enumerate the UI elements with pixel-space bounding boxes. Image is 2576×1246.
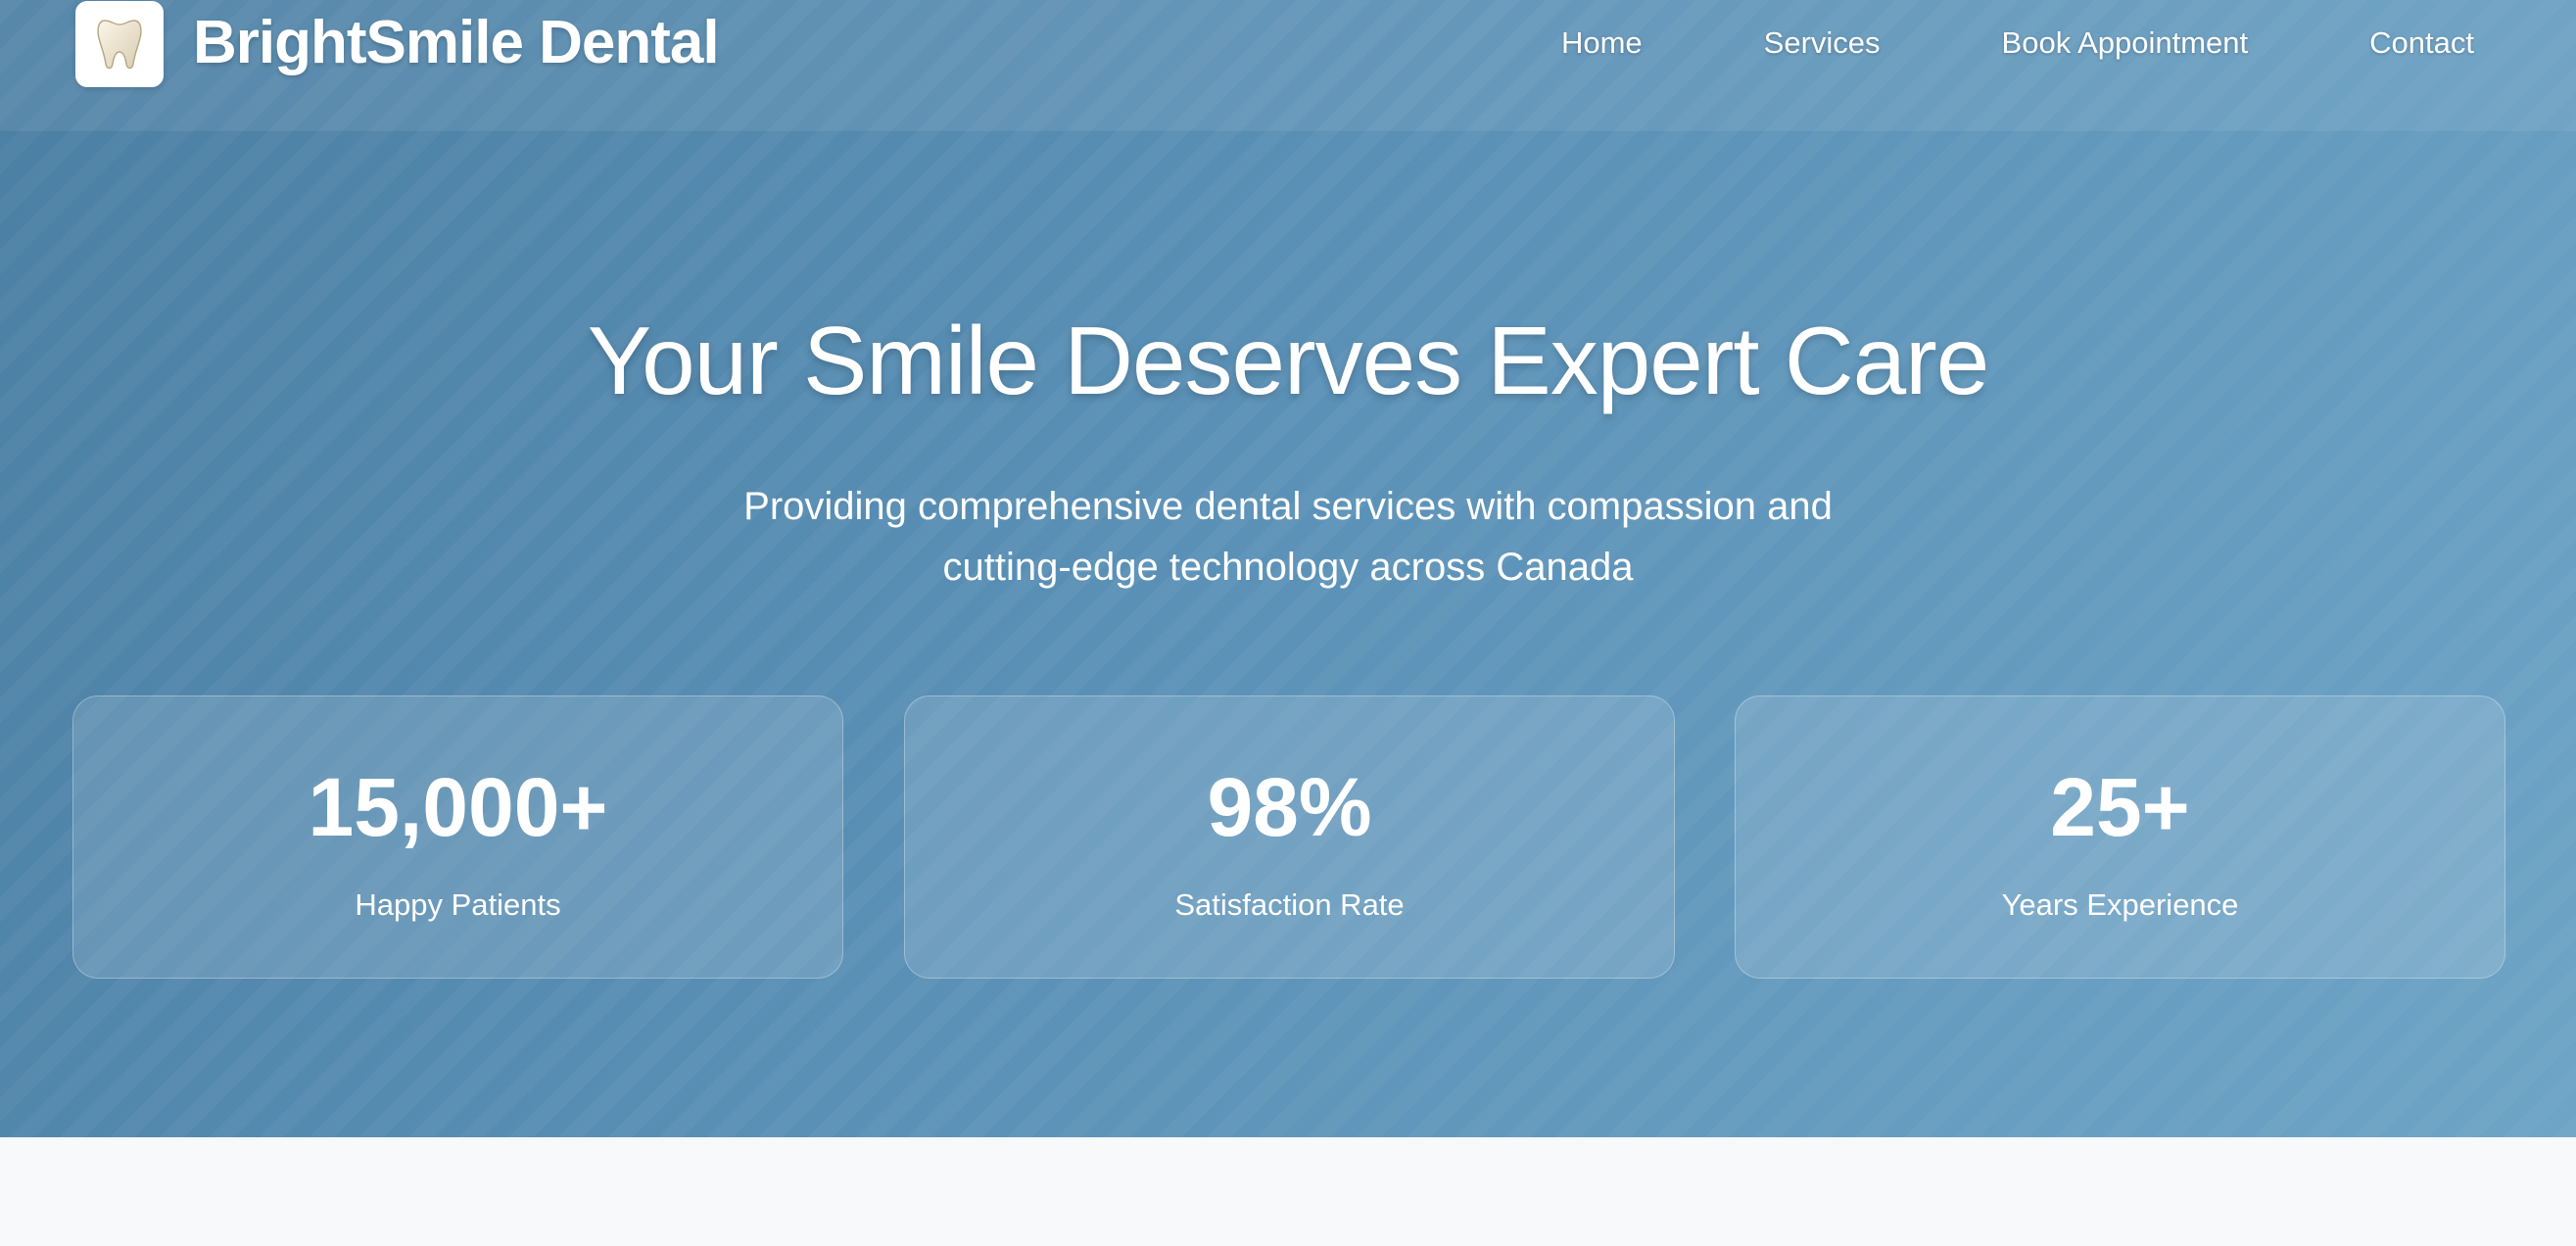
hero-title: Your Smile Deserves Expert Care: [587, 307, 1990, 414]
stat-value: 15,000+: [308, 761, 608, 853]
nav-contact-link[interactable]: Contact: [2369, 25, 2474, 61]
stat-label: Satisfaction Rate: [1174, 887, 1405, 922]
navbar: BrightSmile Dental Home Services Book Ap…: [0, 0, 2576, 130]
stat-value: 25+: [2050, 761, 2190, 853]
logo[interactable]: [75, 1, 164, 87]
brand-name[interactable]: BrightSmile Dental: [193, 8, 720, 77]
tooth-icon: [97, 20, 142, 70]
hero-section: BrightSmile Dental Home Services Book Ap…: [0, 0, 2576, 1137]
nav-services-link[interactable]: Services: [1764, 25, 1881, 61]
main-nav: Home Services Book Appointment Contact: [1561, 25, 2474, 61]
nav-home-link[interactable]: Home: [1561, 25, 1643, 61]
hero-subtitle: Providing comprehensive dental services …: [743, 485, 1833, 589]
content-section: [0, 1137, 2576, 1246]
stat-label: Happy Patients: [355, 887, 561, 922]
stat-card-experience: 25+ Years Experience: [1735, 695, 2505, 979]
stat-label: Years Experience: [2001, 887, 2239, 922]
nav-book-appointment-link[interactable]: Book Appointment: [2002, 25, 2249, 61]
stat-card-satisfaction: 98% Satisfaction Rate: [904, 695, 1675, 979]
stat-card-patients: 15,000+ Happy Patients: [72, 695, 843, 979]
stat-value: 98%: [1207, 761, 1372, 853]
